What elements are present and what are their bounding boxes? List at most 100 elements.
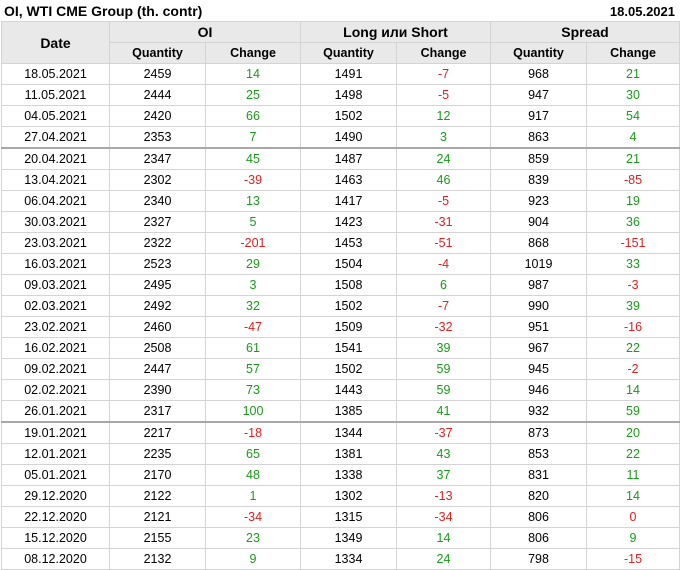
date-cell: 16.03.2021 (1, 253, 110, 275)
ls-quantity-cell: 1338 (300, 464, 397, 486)
spread-change-cell: 59 (586, 400, 680, 423)
oi-change-cell: 7 (205, 126, 301, 149)
ls-quantity-cell: 1502 (300, 105, 397, 127)
oi-table: Date OI Long или Short Spread Quantity C… (1, 21, 680, 570)
oi-change-cell: 3 (205, 274, 301, 296)
ls-change-cell: -7 (396, 63, 491, 85)
ls-quantity-cell: 1385 (300, 400, 397, 423)
spread-quantity-cell: 923 (490, 190, 587, 212)
ls-change-cell: 24 (396, 147, 491, 170)
ls-quantity-cell: 1453 (300, 232, 397, 254)
oi-quantity-cell: 2322 (109, 232, 206, 254)
ls-change-cell: 14 (396, 527, 491, 549)
ls-quantity-cell: 1302 (300, 485, 397, 507)
date-cell: 27.04.2021 (1, 126, 110, 149)
ls-change-cell: -34 (396, 506, 491, 528)
oi-change-cell: 48 (205, 464, 301, 486)
date-cell: 02.02.2021 (1, 379, 110, 401)
spread-change-cell: -3 (586, 274, 680, 296)
col-header-spread-change[interactable]: Change (586, 42, 680, 64)
ls-quantity-cell: 1498 (300, 84, 397, 106)
ls-change-cell: 59 (396, 358, 491, 380)
spread-quantity-cell: 1019 (490, 253, 587, 275)
table-row: 30.03.2021 2327 5 1423 -31 904 36 (1, 211, 680, 233)
col-header-spread-quantity[interactable]: Quantity (490, 42, 587, 64)
spread-quantity-cell: 968 (490, 63, 587, 85)
spread-quantity-cell: 863 (490, 126, 587, 149)
oi-change-cell: 23 (205, 527, 301, 549)
date-cell: 09.02.2021 (1, 358, 110, 380)
spread-change-cell: 19 (586, 190, 680, 212)
oi-quantity-cell: 2340 (109, 190, 206, 212)
table-row: 27.04.2021 2353 7 1490 3 863 4 (1, 126, 680, 149)
oi-change-cell: 61 (205, 337, 301, 359)
col-group-spread[interactable]: Spread (490, 21, 680, 43)
ls-quantity-cell: 1315 (300, 506, 397, 528)
table-body: 18.05.2021 2459 14 1491 -7 968 21 11.05.2021 244… (1, 63, 680, 570)
date-cell: 05.01.2021 (1, 464, 110, 486)
oi-quantity-cell: 2390 (109, 379, 206, 401)
spread-quantity-cell: 947 (490, 84, 587, 106)
spread-quantity-cell: 917 (490, 105, 587, 127)
spread-quantity-cell: 946 (490, 379, 587, 401)
table-row: 23.02.2021 2460 -47 1509 -32 951 -16 (1, 316, 680, 338)
date-cell: 09.03.2021 (1, 274, 110, 296)
ls-quantity-cell: 1508 (300, 274, 397, 296)
spread-quantity-cell: 967 (490, 337, 587, 359)
spread-change-cell: 33 (586, 253, 680, 275)
oi-change-cell: 9 (205, 548, 301, 570)
ls-quantity-cell: 1463 (300, 169, 397, 191)
ls-change-cell: 6 (396, 274, 491, 296)
col-header-ls-change[interactable]: Change (396, 42, 491, 64)
col-group-oi[interactable]: OI (109, 21, 301, 43)
date-cell: 08.12.2020 (1, 548, 110, 570)
oi-quantity-cell: 2420 (109, 105, 206, 127)
oi-change-cell: -39 (205, 169, 301, 191)
ls-change-cell: 12 (396, 105, 491, 127)
table-row: 12.01.2021 2235 65 1381 43 853 22 (1, 443, 680, 465)
spread-change-cell: 39 (586, 295, 680, 317)
oi-quantity-cell: 2121 (109, 506, 206, 528)
ls-change-cell: 59 (396, 379, 491, 401)
report-header: OI, WTI CME Group (th. contr) 18.05.2021 (0, 0, 680, 21)
table-row: 08.12.2020 2132 9 1334 24 798 -15 (1, 548, 680, 570)
spread-change-cell: 14 (586, 485, 680, 507)
oi-quantity-cell: 2132 (109, 548, 206, 570)
table-row: 29.12.2020 2122 1 1302 -13 820 14 (1, 485, 680, 507)
table-row: 15.12.2020 2155 23 1349 14 806 9 (1, 527, 680, 549)
spread-change-cell: -85 (586, 169, 680, 191)
table-row: 19.01.2021 2217 -18 1344 -37 873 20 (1, 421, 680, 444)
col-group-long-short[interactable]: Long или Short (300, 21, 491, 43)
ls-change-cell: -37 (396, 421, 491, 444)
spread-change-cell: 54 (586, 105, 680, 127)
table-row: 20.04.2021 2347 45 1487 24 859 21 (1, 147, 680, 170)
oi-change-cell: -18 (205, 421, 301, 444)
col-header-oi-change[interactable]: Change (205, 42, 301, 64)
spread-quantity-cell: 987 (490, 274, 587, 296)
col-header-oi-quantity[interactable]: Quantity (109, 42, 206, 64)
table-row: 13.04.2021 2302 -39 1463 46 839 -85 (1, 169, 680, 191)
table-row: 22.12.2020 2121 -34 1315 -34 806 0 (1, 506, 680, 528)
spread-quantity-cell: 932 (490, 400, 587, 423)
ls-quantity-cell: 1344 (300, 421, 397, 444)
table-row: 11.05.2021 2444 25 1498 -5 947 30 (1, 84, 680, 106)
ls-quantity-cell: 1417 (300, 190, 397, 212)
spread-change-cell: 0 (586, 506, 680, 528)
col-header-ls-quantity[interactable]: Quantity (300, 42, 397, 64)
ls-quantity-cell: 1541 (300, 337, 397, 359)
oi-change-cell: 73 (205, 379, 301, 401)
table-row: 18.05.2021 2459 14 1491 -7 968 21 (1, 63, 680, 85)
col-header-date[interactable]: Date (1, 21, 110, 64)
oi-quantity-cell: 2460 (109, 316, 206, 338)
spread-quantity-cell: 806 (490, 506, 587, 528)
date-cell: 11.05.2021 (1, 84, 110, 106)
date-cell: 04.05.2021 (1, 105, 110, 127)
ls-change-cell: -32 (396, 316, 491, 338)
ls-quantity-cell: 1490 (300, 126, 397, 149)
ls-change-cell: -5 (396, 190, 491, 212)
oi-quantity-cell: 2170 (109, 464, 206, 486)
date-cell: 20.04.2021 (1, 147, 110, 170)
spread-change-cell: -151 (586, 232, 680, 254)
oi-change-cell: -201 (205, 232, 301, 254)
oi-quantity-cell: 2495 (109, 274, 206, 296)
